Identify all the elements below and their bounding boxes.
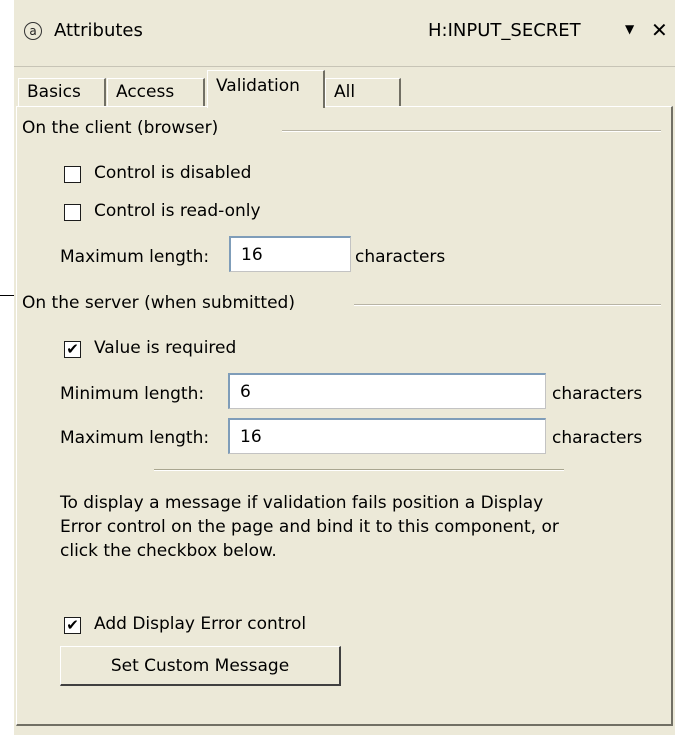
display-error-checkbox-label[interactable]: Add Display Error control	[94, 614, 306, 634]
server-max-length-label: Maximum length:	[60, 428, 210, 448]
client-max-length-unit: characters	[355, 247, 446, 267]
attributes-icon: a	[24, 22, 42, 40]
message-line-1: To display a message if validation fails…	[60, 493, 544, 513]
close-icon[interactable]: ✕	[651, 18, 668, 42]
server-group-label: On the server (when submitted)	[22, 293, 295, 313]
tab-basics[interactable]: Basics	[18, 78, 106, 106]
server-min-length-label: Minimum length:	[60, 384, 205, 404]
server-min-length-unit: characters	[552, 384, 643, 404]
client-group-divider	[282, 130, 661, 132]
disabled-checkbox-label[interactable]: Control is disabled	[94, 163, 251, 183]
tab-validation[interactable]: Validation	[207, 70, 325, 108]
readonly-checkbox[interactable]	[64, 204, 81, 221]
edge-marker-line	[0, 295, 14, 296]
server-min-length-input[interactable]	[228, 373, 546, 409]
panel-title: Attributes	[54, 20, 143, 41]
client-max-length-input[interactable]	[229, 236, 351, 272]
set-custom-message-button[interactable]: Set Custom Message	[60, 646, 341, 686]
display-error-checkbox[interactable]: ✔	[64, 617, 81, 634]
readonly-checkbox-label[interactable]: Control is read-only	[94, 201, 261, 221]
required-checkbox[interactable]: ✔	[64, 341, 81, 358]
component-name: H:INPUT_SECRET	[428, 20, 581, 41]
panel-header: a Attributes H:INPUT_SECRET ▼ ✕	[14, 0, 675, 67]
tab-bar: Basics Access Validation All	[14, 70, 675, 108]
client-group-label: On the client (browser)	[22, 118, 219, 138]
dropdown-arrow-icon[interactable]: ▼	[625, 22, 634, 36]
disabled-checkbox[interactable]	[64, 166, 81, 183]
section-separator	[154, 469, 564, 471]
server-max-length-unit: characters	[552, 428, 643, 448]
server-group-divider	[354, 304, 661, 306]
tab-all[interactable]: All	[325, 78, 401, 106]
message-line-3: click the checkbox below.	[60, 541, 277, 561]
server-max-length-input[interactable]	[228, 418, 546, 454]
tab-access[interactable]: Access	[107, 78, 205, 106]
attributes-panel: a Attributes H:INPUT_SECRET ▼ ✕ Basics A…	[14, 0, 675, 735]
client-max-length-label: Maximum length:	[60, 247, 210, 267]
message-line-2: Error control on the page and bind it to…	[60, 517, 559, 537]
required-checkbox-label[interactable]: Value is required	[94, 338, 236, 358]
